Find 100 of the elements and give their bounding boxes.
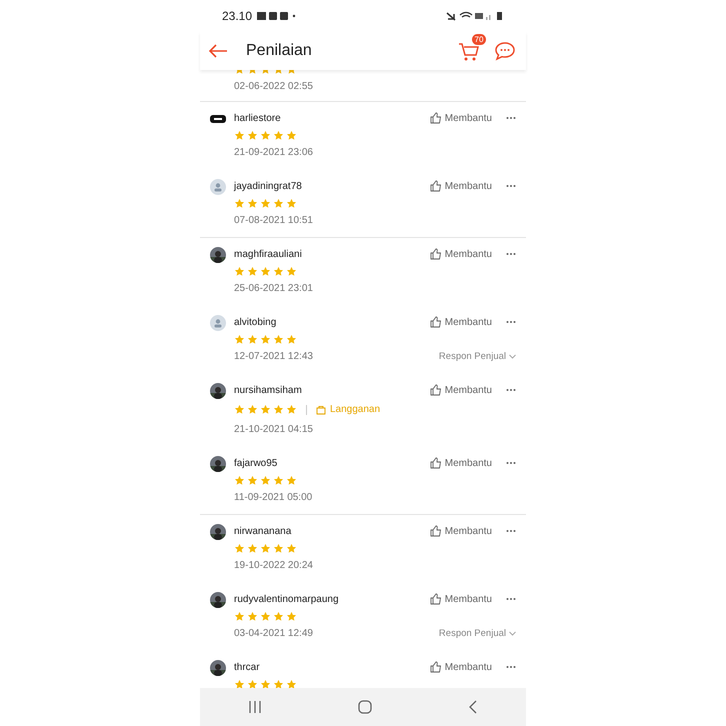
star-icon: [273, 678, 284, 688]
thumbs-up-icon: [430, 112, 442, 124]
star-icon: [247, 130, 258, 140]
reviewer-name: rudyvalentinomarpaung: [234, 594, 339, 604]
reviewer-name: nirwananana: [234, 526, 292, 536]
user-avatar-icon: [210, 179, 226, 195]
subscription-label: Langganan: [316, 404, 380, 415]
seller-reply-toggle[interactable]: Respon Penjual: [438, 350, 516, 362]
star-icon: [260, 266, 271, 276]
review-date: 19-10-2022 20:24: [234, 560, 313, 570]
bag-icon: [316, 404, 326, 414]
review-date: 12-07-2021 12:43: [234, 350, 313, 362]
star-icon: [273, 266, 284, 276]
review-date: 25-06-2021 23:01: [234, 282, 313, 294]
star-icon: [234, 198, 245, 208]
star-icon: [247, 266, 258, 276]
reviewer-name: jayadiningrat78: [234, 180, 302, 192]
thumbs-up-icon: [430, 457, 442, 469]
system-status-icons: [446, 11, 504, 21]
reviewer-name: fajarwo95: [234, 458, 278, 468]
star-icon: [260, 678, 271, 688]
star-icon: [234, 678, 245, 688]
star-icon: [234, 474, 245, 486]
helpful-button[interactable]: Membantu: [430, 316, 492, 328]
star-icon: [286, 404, 297, 415]
thumbs-up-icon: [430, 593, 442, 605]
recent-apps-icon[interactable]: [248, 700, 262, 714]
helpful-button[interactable]: Membantu: [430, 384, 492, 396]
thumbs-up-icon: [430, 248, 442, 260]
star-icon: [260, 130, 271, 140]
more-options-icon[interactable]: [506, 529, 516, 533]
helpful-button[interactable]: Membantu: [430, 180, 492, 192]
more-options-icon[interactable]: [506, 184, 516, 188]
star-icon: [260, 474, 271, 486]
helpful-button[interactable]: Membantu: [430, 112, 492, 124]
star-icon: [286, 678, 297, 688]
home-icon[interactable]: [358, 700, 372, 714]
star-icon: [286, 198, 297, 208]
star-icon: [273, 474, 284, 486]
star-icon: [286, 130, 297, 140]
star-icon: [234, 404, 245, 415]
page-title: Penilaian: [246, 42, 313, 60]
star-icon: [234, 334, 245, 344]
star-icon: [286, 334, 297, 344]
reviewer-name: alvitobing: [234, 316, 276, 328]
thumbs-up-icon: [430, 180, 442, 192]
star-icon: [234, 130, 245, 140]
more-options-icon[interactable]: [506, 597, 516, 601]
reviewer-name: maghfiraauliani: [234, 248, 302, 260]
review-date: 02-06-2022 02:55: [234, 80, 313, 92]
review-date: 11-09-2021 05:00: [234, 492, 312, 502]
star-icon: [247, 678, 258, 688]
reviewer-name: nursihamsiham: [234, 384, 302, 396]
star-icon: [286, 266, 297, 276]
helpful-button[interactable]: Membantu: [430, 661, 492, 673]
star-icon: [247, 404, 258, 415]
thumbs-up-icon: [430, 525, 442, 537]
helpful-button[interactable]: Membantu: [430, 525, 492, 537]
back-arrow-icon[interactable]: [208, 43, 228, 59]
star-icon: [286, 610, 297, 622]
chat-icon[interactable]: [494, 41, 516, 61]
thumbs-up-icon: [430, 316, 442, 328]
star-icon: [260, 334, 271, 344]
more-options-icon[interactable]: [506, 320, 516, 324]
star-icon: [286, 542, 297, 554]
helpful-button[interactable]: Membantu: [430, 457, 492, 469]
review-date: 07-08-2021 10:51: [234, 214, 313, 226]
star-icon: [260, 610, 271, 622]
review-date: 03-04-2021 12:49: [234, 628, 313, 638]
more-options-icon[interactable]: [506, 252, 516, 256]
status-time: 23.10: [222, 9, 252, 23]
thumbs-up-icon: [430, 384, 442, 396]
seller-reply-toggle[interactable]: Respon Penjual: [438, 628, 516, 638]
notification-icons: [256, 11, 296, 21]
helpful-button[interactable]: Membantu: [430, 248, 492, 260]
reviewer-name: harliestore: [234, 112, 281, 124]
star-icon: [234, 266, 245, 276]
star-icon: [260, 404, 271, 415]
chevron-down-icon: [509, 630, 516, 636]
star-icon: [273, 334, 284, 344]
star-icon: [234, 610, 245, 622]
thumbs-up-icon: [430, 661, 442, 673]
more-options-icon[interactable]: [506, 461, 516, 465]
more-options-icon[interactable]: [506, 388, 516, 392]
star-icon: [273, 130, 284, 140]
star-icon: [247, 198, 258, 208]
more-options-icon[interactable]: [506, 116, 516, 120]
star-icon: [260, 542, 271, 554]
star-icon: [247, 334, 258, 344]
star-icon: [286, 474, 297, 486]
back-icon[interactable]: [468, 700, 478, 714]
star-icon: [247, 542, 258, 554]
reviewer-name: thrcar: [234, 662, 260, 672]
chevron-down-icon: [509, 354, 516, 358]
star-icon: [273, 610, 284, 622]
star-icon: [273, 542, 284, 554]
star-icon: [273, 404, 284, 415]
star-icon: [273, 198, 284, 208]
more-options-icon[interactable]: [506, 665, 516, 669]
helpful-button[interactable]: Membantu: [430, 593, 492, 605]
